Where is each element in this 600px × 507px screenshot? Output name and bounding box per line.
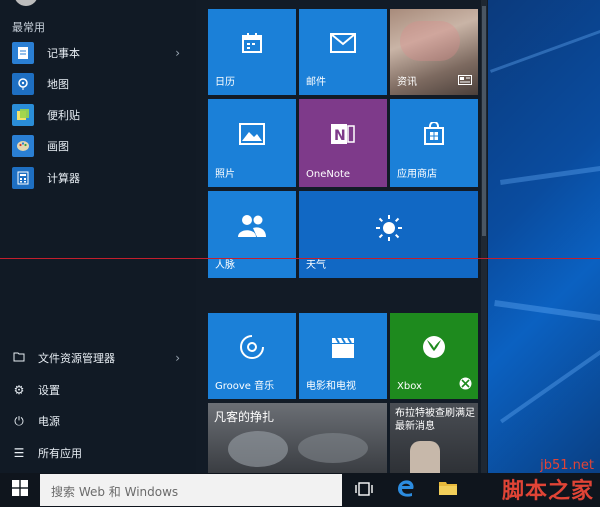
start-button[interactable] — [0, 473, 40, 507]
maps-icon — [12, 73, 34, 95]
clapperboard-icon — [330, 335, 356, 363]
tile-mail[interactable]: 邮件 — [299, 9, 387, 95]
sys-settings[interactable]: ⚙ 设置 — [12, 379, 192, 401]
search-placeholder: 搜索 Web 和 Windows — [51, 485, 179, 499]
tile-headline: 布拉特被查刷满足最新消息 — [395, 408, 475, 432]
gear-icon: ⚙ — [13, 383, 25, 397]
app-label: 画图 — [47, 140, 69, 153]
watermark-site: jb51.net — [540, 458, 594, 473]
notepad-icon — [12, 42, 34, 64]
task-view-icon — [355, 481, 373, 500]
coin-image — [298, 433, 368, 463]
app-label: 记事本 — [47, 47, 80, 60]
mail-icon — [330, 33, 356, 57]
coin-image — [228, 431, 288, 467]
tile-label: OneNote — [306, 169, 351, 180]
start-left-pane: 最常用 记事本 › 地图 便利贴 画图 计算器 文件资源管理器 › ⚙ 设置 ⏻… — [0, 0, 196, 473]
start-scrollbar[interactable] — [481, 0, 487, 473]
edge-icon — [396, 478, 416, 502]
scrollbar-thumb[interactable] — [482, 6, 486, 236]
xbox-badge-icon — [459, 375, 472, 394]
tile-headline: 凡客的挣扎 — [214, 410, 275, 424]
all-apps-icon: ☰ — [13, 446, 25, 460]
news-icon — [458, 70, 472, 89]
tile-onenote[interactable]: N OneNote — [299, 99, 387, 187]
tile-label: 照片 — [215, 169, 235, 180]
sys-power[interactable]: ⏻ 电源 — [12, 410, 192, 432]
most-used-label: 最常用 — [12, 21, 45, 34]
onenote-icon: N — [330, 121, 356, 151]
file-explorer-icon — [12, 351, 26, 365]
tile-store[interactable]: 应用商店 — [390, 99, 478, 187]
tile-weather[interactable]: 天气 — [299, 191, 478, 278]
person-image — [410, 441, 440, 473]
tile-calendar[interactable]: 日历 — [208, 9, 296, 95]
folder-icon — [438, 480, 458, 500]
tile-groove[interactable]: Groove 音乐 — [208, 313, 296, 399]
start-menu: 最常用 记事本 › 地图 便利贴 画图 计算器 文件资源管理器 › ⚙ 设置 ⏻… — [0, 0, 488, 473]
sys-all-apps[interactable]: ☰ 所有应用 — [12, 442, 192, 464]
tile-label: 日历 — [215, 77, 235, 88]
tile-label: Xbox — [397, 381, 422, 392]
chevron-right-icon[interactable]: › — [175, 46, 180, 60]
app-paint[interactable]: 画图 — [12, 132, 192, 160]
app-calculator[interactable]: 计算器 — [12, 164, 192, 192]
store-icon — [422, 120, 446, 150]
svg-text:N: N — [334, 128, 346, 144]
tile-photos[interactable]: 照片 — [208, 99, 296, 187]
edge-taskbar-button[interactable] — [389, 473, 423, 507]
app-sticky-notes[interactable]: 便利贴 — [12, 101, 192, 129]
tile-label: 电影和电视 — [306, 381, 356, 392]
calendar-icon — [240, 31, 264, 59]
app-label: 地图 — [47, 78, 69, 91]
sys-label: 所有应用 — [38, 447, 82, 460]
app-label: 计算器 — [47, 172, 80, 185]
chevron-right-icon[interactable]: › — [175, 351, 180, 365]
tile-news[interactable]: 资讯 — [390, 9, 478, 95]
sys-file-explorer[interactable]: 文件资源管理器 › — [12, 347, 192, 369]
file-explorer-taskbar-button[interactable] — [431, 473, 465, 507]
tile-label: 资讯 — [397, 77, 417, 88]
calculator-icon — [12, 167, 34, 189]
groove-music-icon — [239, 334, 265, 364]
tile-sports-news[interactable]: 布拉特被查刷满足最新消息 — [390, 403, 478, 473]
search-box[interactable]: 搜索 Web 和 Windows — [40, 474, 342, 506]
tile-label: Groove 音乐 — [215, 381, 275, 392]
tile-movies[interactable]: 电影和电视 — [299, 313, 387, 399]
power-icon: ⏻ — [14, 413, 24, 428]
app-notepad[interactable]: 记事本 › — [12, 39, 192, 67]
paint-icon — [12, 135, 34, 157]
red-guide-line — [0, 258, 600, 259]
xbox-icon — [421, 334, 447, 364]
news-image — [400, 21, 460, 61]
desktop-background — [480, 0, 600, 507]
app-maps[interactable]: 地图 — [12, 70, 192, 98]
user-avatar[interactable] — [14, 0, 38, 6]
tile-label: 邮件 — [306, 77, 326, 88]
task-view-button[interactable] — [347, 473, 381, 507]
sys-label: 文件资源管理器 — [38, 352, 115, 365]
photos-icon — [239, 122, 265, 149]
tile-label: 应用商店 — [397, 169, 437, 180]
tile-people[interactable]: 人脉 — [208, 191, 296, 278]
sys-label: 设置 — [38, 384, 60, 397]
sun-icon — [375, 214, 403, 246]
people-icon — [237, 214, 267, 242]
watermark: jb51.net 脚本之家 — [502, 458, 594, 505]
tile-xbox[interactable]: Xbox — [390, 313, 478, 399]
sys-label: 电源 — [38, 415, 60, 428]
watermark-name: 脚本之家 — [501, 479, 594, 504]
app-label: 便利贴 — [47, 109, 80, 122]
sticky-notes-icon — [12, 104, 34, 126]
tile-money-news[interactable]: 凡客的挣扎 — [208, 403, 387, 473]
windows-logo-icon — [12, 480, 28, 500]
